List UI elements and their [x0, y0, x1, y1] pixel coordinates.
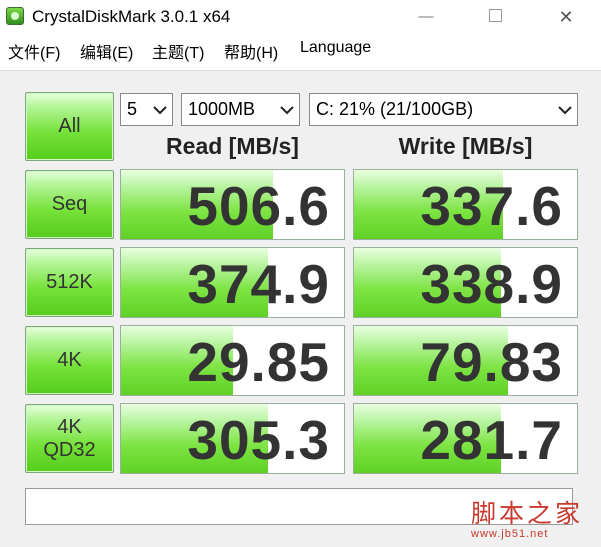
watermark-text: 脚本之家 — [471, 499, 584, 528]
drive-value: C: 21% (21/100GB) — [316, 99, 474, 119]
menu-language[interactable]: Language — [300, 39, 371, 57]
menu-bar: 文件(F) 编辑(E) 主题(T) 帮助(H) Language — [0, 37, 601, 63]
all-button-label: All — [58, 115, 81, 137]
size-select[interactable]: 1000MB — [181, 93, 300, 126]
4k-read-value: 29.85 — [187, 331, 330, 393]
test-label-sub: QD32 — [43, 438, 96, 461]
test-label: Seq — [51, 193, 88, 215]
4k-qd32-button[interactable]: 4K QD32 — [25, 404, 114, 473]
test-label: 4K — [57, 415, 82, 438]
write-header: Write [MB/s] — [398, 133, 533, 159]
menu-edit[interactable]: 编辑(E) — [80, 39, 133, 63]
maximize-icon — [488, 9, 502, 23]
minimize-button[interactable]: — — [403, 2, 449, 32]
512k-read-value: 374.9 — [187, 253, 330, 315]
512k-read-result: 374.9 — [120, 247, 345, 318]
maximize-button[interactable] — [472, 2, 518, 32]
menu-file[interactable]: 文件(F) — [8, 39, 60, 63]
4k-qd32-read-result: 305.3 — [120, 403, 345, 474]
seq-write-result: 337.6 — [353, 169, 578, 240]
menu-help[interactable]: 帮助(H) — [224, 39, 278, 63]
512k-button[interactable]: 512K — [25, 248, 114, 317]
minimize-icon: — — [418, 8, 434, 25]
4k-write-value: 79.83 — [420, 331, 563, 393]
count-select[interactable]: 5 — [120, 93, 173, 126]
512k-write-value: 338.9 — [420, 253, 563, 315]
4k-qd32-write-value: 281.7 — [420, 409, 563, 471]
drive-select[interactable]: C: 21% (21/100GB) — [309, 93, 578, 126]
seq-read-result: 506.6 — [120, 169, 345, 240]
size-value: 1000MB — [188, 99, 256, 119]
chevron-down-icon — [153, 106, 167, 115]
chevron-down-icon — [558, 106, 572, 115]
all-button[interactable]: All — [25, 92, 114, 161]
test-label: 4K — [57, 349, 82, 371]
menu-theme[interactable]: 主题(T) — [152, 39, 204, 63]
close-icon: ✕ — [558, 7, 574, 27]
watermark: 脚本之家 www.jb51.net — [471, 494, 583, 540]
seq-write-value: 337.6 — [420, 175, 563, 237]
chevron-down-icon — [280, 106, 294, 115]
512k-write-result: 338.9 — [353, 247, 578, 318]
4k-write-result: 79.83 — [353, 325, 578, 396]
count-value: 5 — [127, 99, 138, 119]
read-header: Read [MB/s] — [166, 133, 299, 159]
seq-read-value: 506.6 — [187, 175, 330, 237]
4k-read-result: 29.85 — [120, 325, 345, 396]
test-label: 512K — [46, 271, 93, 293]
app-icon — [6, 7, 24, 25]
4k-button[interactable]: 4K — [25, 326, 114, 395]
title-bar: CrystalDiskMark 3.0.1 x64 — ✕ — [0, 0, 601, 34]
4k-qd32-read-value: 305.3 — [187, 409, 330, 471]
close-button[interactable]: ✕ — [543, 2, 589, 32]
seq-button[interactable]: Seq — [25, 170, 114, 239]
4k-qd32-write-result: 281.7 — [353, 403, 578, 474]
window-title: CrystalDiskMark 3.0.1 x64 — [32, 7, 231, 26]
